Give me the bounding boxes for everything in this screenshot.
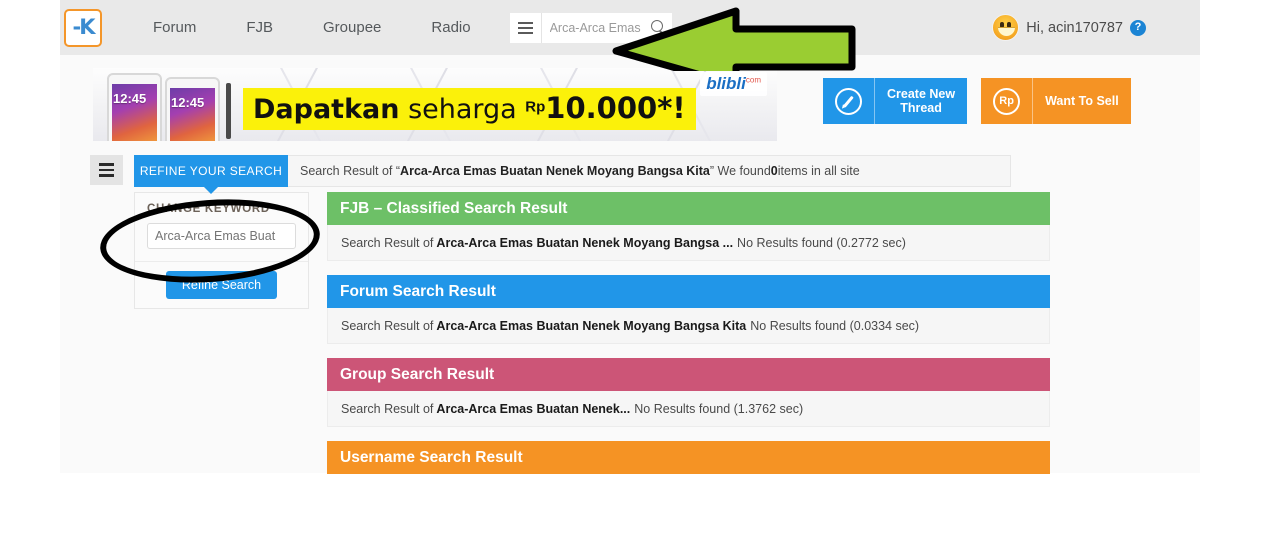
hamburger-icon[interactable] (509, 12, 542, 43)
user-greeting: Hi, acin170787 (1026, 19, 1123, 36)
toolbar-row: REFINE YOUR SEARCH Search Result of “Arc… (60, 155, 1200, 194)
nav-item-forum[interactable]: Forum (128, 19, 221, 36)
result-block-username: Username Search Result (327, 441, 1050, 474)
result-suffix: items in all site (777, 164, 860, 178)
refine-sidebar: CHANGE KEYWORD Refine Search (134, 192, 309, 488)
result-mid: ” We found (709, 164, 771, 178)
phone-time-2: 12:45 (171, 95, 205, 110)
sidebar-toggle-button[interactable] (90, 155, 123, 185)
want-to-sell-label: Want To Sell (1045, 93, 1119, 108)
advertiser-logo: bliblicom (700, 72, 767, 96)
forum-prefix: Search Result of (341, 318, 434, 333)
body-row: CHANGE KEYWORD Refine Search FJB – Class… (60, 192, 1200, 488)
panel-footer: Refine Search (135, 262, 308, 308)
refine-search-button[interactable]: Refine Search (165, 271, 278, 299)
keyword-section: CHANGE KEYWORD (135, 193, 308, 262)
search-input[interactable] (549, 20, 649, 35)
result-block-fjb: FJB – Classified Search Result Search Re… (327, 192, 1050, 261)
result-body-fjb: Search Result of Arca-Arca Emas Buatan Ne… (327, 225, 1050, 261)
page-root: -K Forum FJB Groupee Radio Hi, acin17078… (60, 0, 1200, 474)
want-to-sell-button[interactable]: Rp Want To Sell (981, 78, 1131, 124)
result-query: Arca-Arca Emas Buatan Nenek Moyang Bangs… (400, 164, 710, 178)
avatar[interactable] (992, 14, 1020, 41)
result-body-forum: Search Result of Arca-Arca Emas Buatan Ne… (327, 308, 1050, 344)
advertiser-tld: com (745, 75, 761, 85)
result-header-fjb[interactable]: FJB – Classified Search Result (327, 192, 1050, 225)
results-list: FJB – Classified Search Result Search Re… (327, 192, 1050, 488)
change-keyword-panel: CHANGE KEYWORD Refine Search (134, 192, 309, 309)
content-area: REFINE YOUR SEARCH Search Result of “Arc… (60, 155, 1200, 488)
help-icon[interactable]: ? (1130, 19, 1146, 36)
group-query: Arca-Arca Emas Buatan Nenek... (436, 401, 631, 416)
stylus-image (226, 83, 231, 139)
phone-image-1: 12:45 (107, 73, 162, 141)
result-block-group: Group Search Result Search Result of Arca… (327, 358, 1050, 427)
create-new-thread-label: Create New Thread (887, 86, 956, 115)
main-nav: Forum FJB Groupee Radio (128, 19, 496, 36)
fjb-query: Arca-Arca Emas Buatan Nenek Moyang Bangs… (436, 235, 734, 250)
group-status: No Results found (1.3762 sec) (634, 401, 804, 416)
fjb-prefix: Search Result of (341, 235, 434, 250)
search-box[interactable] (541, 12, 672, 43)
logo-k-glyph: -K (72, 15, 96, 39)
promo-word1: Dapatkan (253, 94, 400, 125)
change-keyword-label: CHANGE KEYWORD (147, 203, 270, 215)
nav-item-fjb[interactable]: FJB (221, 19, 298, 36)
create-new-thread-button[interactable]: Create New Thread (823, 78, 968, 124)
header-search (509, 12, 672, 43)
search-result-summary: Search Result of “Arca-Arca Emas Buatan … (288, 155, 1011, 187)
result-count: 0 (770, 164, 778, 178)
forum-status: No Results found (0.0334 sec) (750, 318, 920, 333)
result-header-username[interactable]: Username Search Result (327, 441, 1050, 474)
result-body-group: Search Result of Arca-Arca Emas Buatan Ne… (327, 391, 1050, 427)
refine-your-search-tab[interactable]: REFINE YOUR SEARCH (134, 155, 288, 194)
user-area: Hi, acin170787 ? (992, 0, 1146, 55)
promo-price: 10.000*! (545, 91, 686, 125)
group-prefix: Search Result of (341, 401, 434, 416)
promo-word2: seharga (399, 94, 526, 125)
rupiah-icon: Rp (981, 78, 1034, 124)
rupiah-glyph: Rp (993, 87, 1021, 115)
action-buttons: Create New Thread Rp Want To Sell (823, 78, 1131, 124)
promo-currency: Rp (525, 98, 546, 116)
kaskus-logo[interactable]: -K (64, 8, 102, 47)
pencil-icon (823, 78, 875, 124)
promo-banner[interactable]: 12:45 12:45 Dapatkan seharga Rp10.000*! … (93, 68, 777, 141)
banner-row: 12:45 12:45 Dapatkan seharga Rp10.000*! … (60, 55, 1200, 155)
nav-item-groupee[interactable]: Groupee (298, 19, 406, 36)
fjb-status: No Results found (0.2772 sec) (737, 235, 906, 250)
result-header-group[interactable]: Group Search Result (327, 358, 1050, 391)
result-prefix: Search Result of “ (300, 164, 401, 178)
advertiser-name: blibli (706, 74, 746, 93)
promo-text: Dapatkan seharga Rp10.000*! (243, 88, 696, 130)
phone-image-2: 12:45 (165, 77, 220, 141)
nav-item-radio[interactable]: Radio (406, 19, 495, 36)
keyword-input[interactable] (147, 223, 296, 249)
result-block-forum: Forum Search Result Search Result of Arca… (327, 275, 1050, 344)
site-header: -K Forum FJB Groupee Radio Hi, acin17078… (60, 0, 1200, 55)
search-icon[interactable] (650, 20, 666, 35)
phone-time-1: 12:45 (113, 91, 147, 106)
forum-query: Arca-Arca Emas Buatan Nenek Moyang Bangs… (436, 318, 747, 333)
result-header-forum[interactable]: Forum Search Result (327, 275, 1050, 308)
